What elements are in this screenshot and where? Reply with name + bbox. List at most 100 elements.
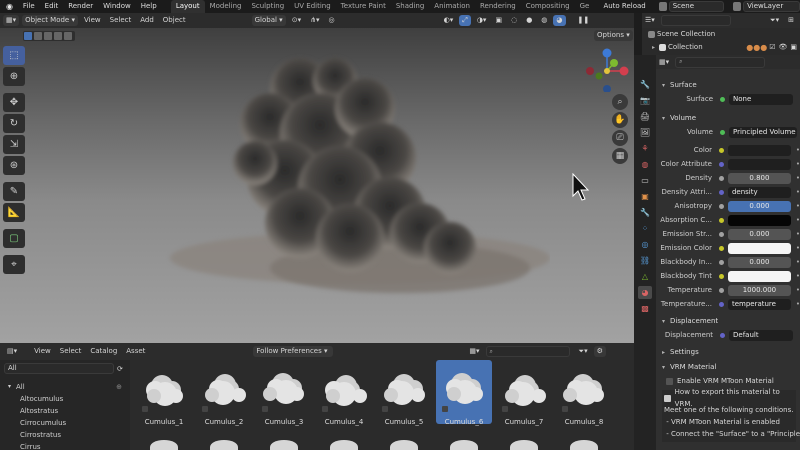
asset-checkbox-icon[interactable]	[142, 406, 148, 412]
modifier-tab-icon[interactable]: 🔧	[638, 206, 652, 219]
volume-shader-field[interactable]: Principled Volume	[729, 126, 797, 138]
keyframe-dot-icon[interactable]: •	[796, 174, 800, 182]
overlay-icon[interactable]: ◑▾	[474, 15, 490, 26]
property-value-field[interactable]: density	[727, 186, 791, 198]
asset-thumbnail[interactable]: Cumulus_8	[556, 360, 612, 426]
tab-modeling[interactable]: Modeling	[205, 0, 247, 13]
menu-window[interactable]: Window	[98, 0, 136, 13]
asset-thumbnail[interactable]: Cumulus_4	[316, 360, 372, 426]
property-value-field[interactable]	[727, 214, 791, 226]
exclude-checkbox-icon[interactable]: ☑	[769, 41, 775, 54]
asset-menu-catalog[interactable]: Catalog	[87, 346, 120, 357]
keyframe-dot-icon[interactable]: •	[796, 272, 800, 280]
asset-checkbox-icon[interactable]	[262, 406, 268, 412]
catalog-item[interactable]: Cirrus	[0, 441, 130, 450]
snap-icon[interactable]: ⋔▾	[307, 15, 322, 26]
editor-type-button[interactable]: ▦▾	[3, 15, 20, 26]
outliner-row-scene-collection[interactable]: Scene Collection	[642, 28, 800, 41]
scale-tool-icon[interactable]: ⇲	[3, 135, 25, 154]
measure-tool-icon[interactable]: 📐	[3, 203, 25, 222]
data-tab-icon[interactable]: △	[638, 270, 652, 283]
asset-checkbox-icon[interactable]	[202, 406, 208, 412]
asset-thumbnail[interactable]: Cumulus_6	[436, 360, 492, 426]
object-mode-dropdown[interactable]: Object Mode ▾	[22, 15, 78, 26]
asset-thumbnail[interactable]: Cumulus_2	[196, 360, 252, 426]
tab-layout[interactable]: Layout	[170, 0, 205, 13]
menu-file[interactable]: File	[18, 0, 40, 13]
select-subtract-icon[interactable]	[44, 32, 52, 40]
keyframe-dot-icon[interactable]: •	[796, 160, 800, 168]
particles-tab-icon[interactable]: ⁘	[638, 222, 652, 235]
tab-texture-paint[interactable]: Texture Paint	[336, 0, 391, 13]
properties-editor-type-icon[interactable]: ▦▾	[656, 57, 672, 68]
vrm-enable-checkbox[interactable]	[666, 377, 673, 385]
catalog-item[interactable]: Cirrocumulus	[0, 417, 130, 429]
gizmo-toggle-icon[interactable]: ⤢	[459, 15, 471, 26]
shading-wireframe-icon[interactable]: ◌	[508, 15, 520, 26]
extra-tool-icon[interactable]: ⌖	[3, 255, 25, 274]
collection-tab-icon[interactable]: ▭	[638, 174, 652, 187]
constraints-tab-icon[interactable]: ⛓	[638, 254, 652, 267]
menu-object[interactable]: Object	[160, 15, 189, 26]
asset-thumbnail-partial[interactable]	[510, 440, 538, 450]
property-value-field[interactable]: temperature	[727, 298, 791, 310]
shading-solid-icon[interactable]: ●	[523, 15, 535, 26]
keyframe-dot-icon[interactable]: •	[796, 244, 800, 252]
import-method-dropdown[interactable]: Follow Preferences ▾	[253, 346, 334, 357]
menu-view[interactable]: View	[81, 15, 104, 26]
property-value-field[interactable]	[727, 144, 791, 156]
asset-editor-type-icon[interactable]: ▤▾	[4, 346, 20, 357]
volume-section-header[interactable]: ▾ Volume	[656, 112, 800, 125]
select-new-icon[interactable]	[24, 32, 32, 40]
menu-select[interactable]: Select	[107, 15, 135, 26]
render-tab-icon[interactable]: 📷	[638, 94, 652, 107]
catalog-item[interactable]: Cirrostratus	[0, 429, 130, 441]
view-layer-tab-icon[interactable]: 🖼	[638, 126, 652, 139]
asset-thumbnail-partial[interactable]	[330, 440, 358, 450]
keyframe-dot-icon[interactable]: •	[796, 216, 800, 224]
select-box-tool-icon[interactable]: ⬚	[3, 46, 25, 65]
asset-menu-view[interactable]: View	[31, 346, 54, 357]
asset-thumbnail-partial[interactable]	[210, 440, 238, 450]
tab-geometry-nodes[interactable]: Ge	[575, 0, 595, 13]
asset-library-dropdown[interactable]: All	[4, 363, 114, 374]
3d-viewport[interactable]: ⬚ ⊕ ✥ ↻ ⇲ ⊛ ✎ 📐 ▢ ⌖ Options ▾ ⌕ ✋ ⎚ ▦	[0, 28, 634, 343]
tab-compositing[interactable]: Compositing	[521, 0, 575, 13]
tab-uv-editing[interactable]: UV Editing	[289, 0, 336, 13]
pause-render-icon[interactable]: ❚❚	[575, 15, 593, 26]
property-value-field[interactable]: 0.800	[727, 172, 791, 184]
texture-tab-icon[interactable]: ▩	[638, 302, 652, 315]
asset-checkbox-icon[interactable]	[562, 406, 568, 412]
asset-filter-icon[interactable]: ⏷▾	[576, 346, 591, 357]
scene-selector[interactable]: Scene	[668, 1, 724, 12]
xray-icon[interactable]: ▣	[492, 15, 505, 26]
display-mode-icon[interactable]: ▦▾	[466, 346, 482, 357]
shading-material-icon[interactable]: ◍	[538, 15, 550, 26]
select-intersect-icon[interactable]	[64, 32, 72, 40]
transform-orientation-dropdown[interactable]: Global ▾	[251, 15, 286, 26]
displacement-field[interactable]: Default	[729, 329, 793, 341]
asset-thumbnail-partial[interactable]	[390, 440, 418, 450]
tab-shading[interactable]: Shading	[391, 0, 429, 13]
keyframe-dot-icon[interactable]: •	[796, 286, 800, 294]
select-invert-icon[interactable]	[54, 32, 62, 40]
blender-logo-icon[interactable]: ◉	[4, 2, 15, 12]
options-dropdown[interactable]: Options ▾	[594, 30, 633, 41]
settings-section-header[interactable]: ▸ Settings	[656, 346, 800, 359]
eye-icon[interactable]: 👁	[778, 41, 787, 54]
rotate-tool-icon[interactable]: ↻	[3, 114, 25, 133]
keyframe-dot-icon[interactable]: •	[796, 202, 800, 210]
world-tab-icon[interactable]: ◍	[638, 158, 652, 171]
property-value-field[interactable]: 0.000	[727, 200, 791, 212]
asset-checkbox-icon[interactable]	[322, 406, 328, 412]
pivot-icon[interactable]: ⊙▾	[289, 15, 304, 26]
tab-sculpting[interactable]: Sculpting	[246, 0, 289, 13]
menu-render[interactable]: Render	[63, 0, 98, 13]
asset-thumbnail-partial[interactable]	[150, 440, 178, 450]
asset-thumbnail[interactable]: Cumulus_5	[376, 360, 432, 426]
asset-menu-asset[interactable]: Asset	[123, 346, 148, 357]
asset-checkbox-icon[interactable]	[442, 406, 448, 412]
filter-icon[interactable]: ⏷▾	[767, 15, 782, 26]
tool-tab-icon[interactable]: 🔧	[638, 78, 652, 91]
output-tab-icon[interactable]: 🖨	[638, 110, 652, 123]
